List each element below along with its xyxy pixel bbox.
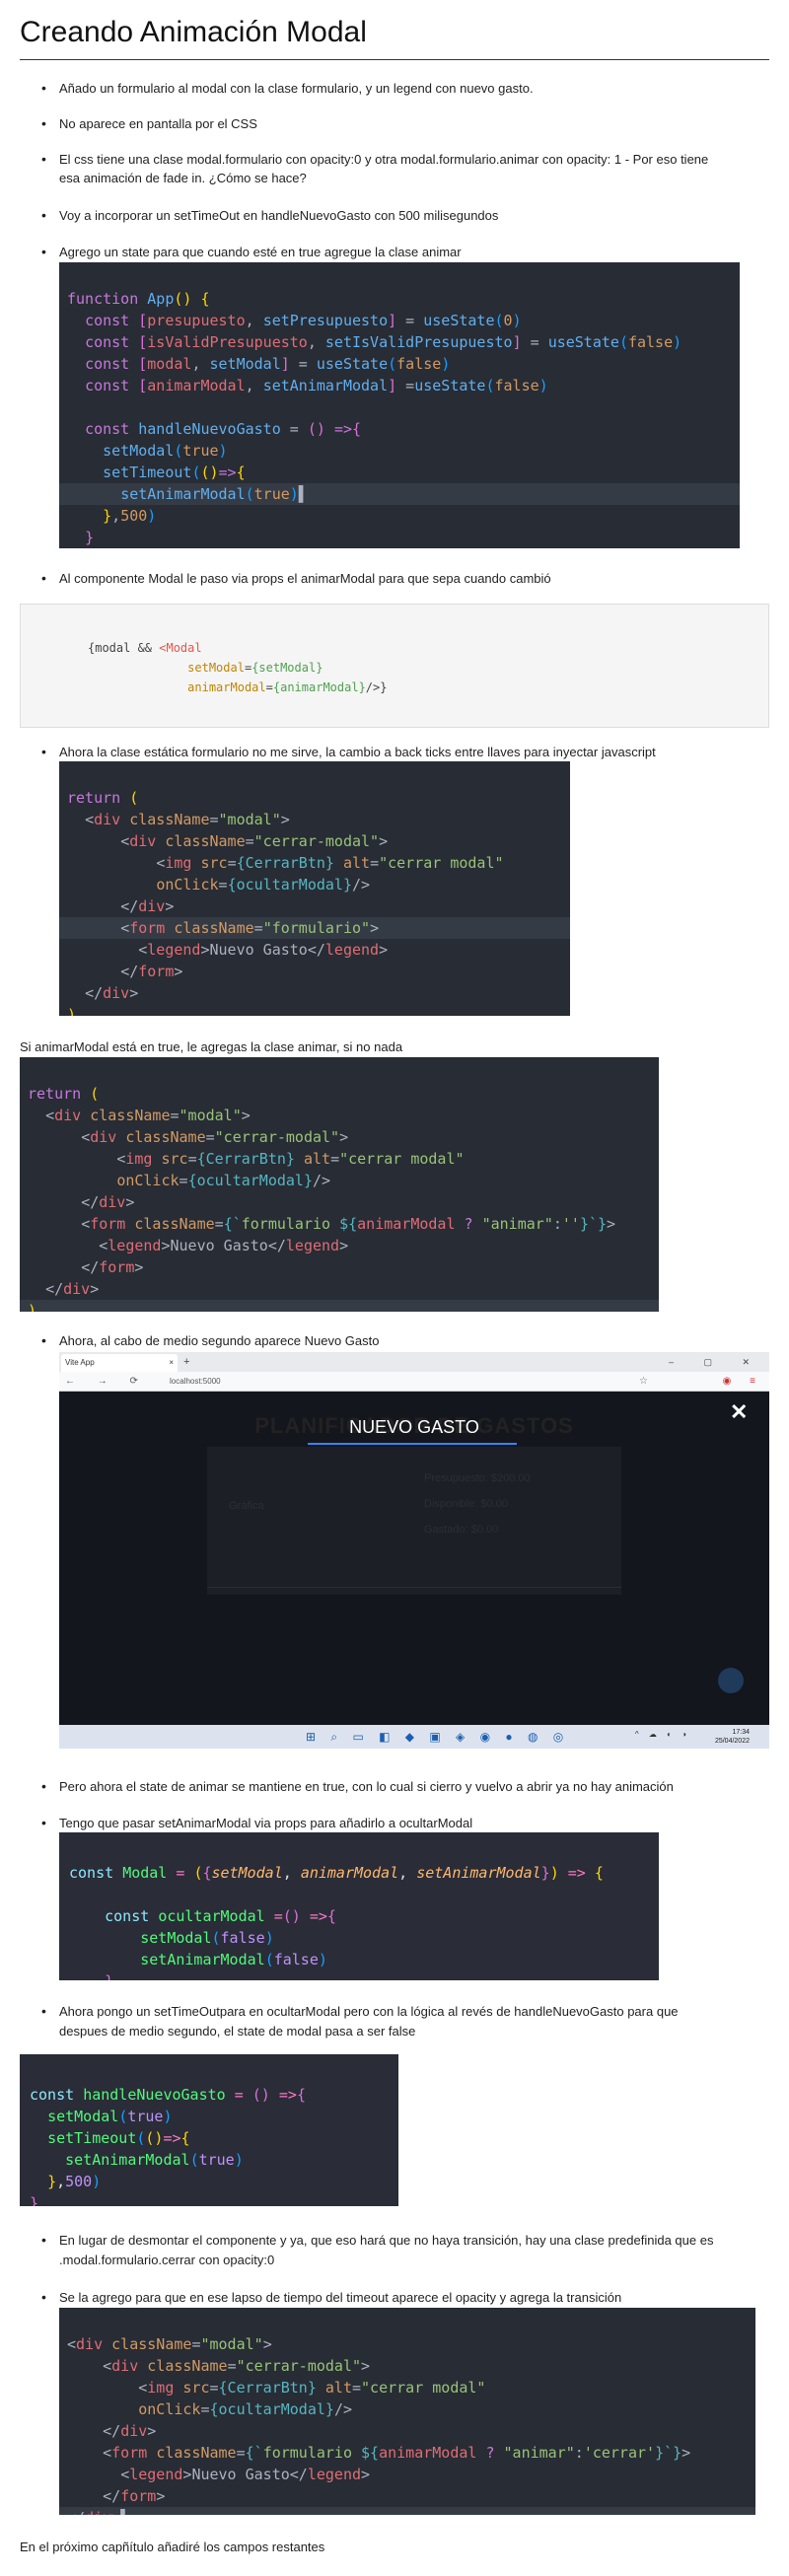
browser-url-bar: ← → ⟳ localhost:5000 ☆ ◉ ≡ (59, 1372, 769, 1392)
paragraph: En el próximo capñítulo añadiré los camp… (20, 2540, 325, 2554)
list-item: Tengo que pasar setAnimarModal via props… (41, 1814, 472, 1832)
list-item: Voy a incorporar un setTimeOut en handle… (41, 206, 498, 225)
app-page: PLANIFICADOR DE GASTOS Gráfica Presupues… (59, 1392, 769, 1725)
code-block-app-state: function App() { const [presupuesto, set… (59, 262, 740, 548)
page-title: Creando Animación Modal (20, 16, 367, 48)
clock-date: 25/04/2022 (714, 1738, 750, 1745)
browser-tab[interactable]: Vite App × (61, 1354, 178, 1372)
list-item-continuation: despues de medio segundo, el state de mo… (59, 2024, 416, 2039)
paragraph: Si animarModal está en true, le agregas … (20, 1039, 403, 1054)
close-modal-icon[interactable]: ✕ (730, 1399, 748, 1425)
code-block-template-literal: return ( <div className="modal"> <div cl… (20, 1057, 659, 1312)
code-block-cerrar-class: <div className="modal"> <div className="… (59, 2308, 755, 2515)
divider (207, 1587, 621, 1588)
system-tray-icons[interactable]: ^ ☁ ◐ ◑ (635, 1730, 690, 1739)
nav-buttons[interactable]: ← → ⟳ (65, 1374, 148, 1390)
browser-screenshot: Vite App × + – ▢ ✕ ← → ⟳ localhost:5000 ☆… (59, 1352, 769, 1749)
available-label: Disponible: $0.00 (424, 1498, 509, 1510)
add-expense-button[interactable] (718, 1668, 744, 1693)
modal-title: NUEVO GASTO (349, 1417, 479, 1437)
modal-title-underline (308, 1443, 517, 1445)
list-item: Ahora la clase estática formulario no me… (41, 743, 656, 761)
list-item: No aparece en pantalla por el CSS (41, 114, 257, 133)
code-block-modal-props: {modal && <Modal setModal={setModal} ani… (20, 604, 769, 728)
list-item: En lugar de desmontar el componente y ya… (41, 2231, 713, 2250)
list-item: Pero ahora el state de animar se mantien… (41, 1777, 674, 1796)
close-tab-icon[interactable]: × (169, 1354, 174, 1372)
code-block-ocultar-modal: const Modal = ({setModal, animarModal, s… (59, 1832, 659, 1980)
clock-time: 17:34 (732, 1729, 750, 1736)
window-controls[interactable]: – ▢ ✕ (669, 1354, 763, 1370)
code-block-modal-form: return ( <div className="modal"> <div cl… (59, 761, 570, 1016)
list-item: Se la agrego para que en ese lapso de ti… (41, 2288, 621, 2307)
list-item: Añado un formulario al modal con la clas… (41, 79, 534, 98)
os-taskbar: ⊞ ⌕ ▭ ◧ ◆ ▣ ◈ ◉ ● ◍ ◎ ^ ☁ ◐ ◑ 17:34 25/04… (59, 1725, 769, 1749)
list-item-continuation: .modal.formulario.cerrar con opacity:0 (59, 2253, 275, 2267)
code-block-handle-nuevo-gasto: const handleNuevoGasto = () =>{ setModal… (20, 2054, 398, 2206)
tab-title: Vite App (65, 1358, 95, 1367)
new-tab-icon[interactable]: + (183, 1354, 189, 1370)
budget-label: Presupuesto: $200.00 (424, 1472, 531, 1484)
taskbar-icons[interactable]: ⊞ ⌕ ▭ ◧ ◆ ▣ ◈ ◉ ● ◍ ◎ (306, 1729, 569, 1745)
clock: 17:34 25/04/2022 (715, 1728, 750, 1746)
browser-tab-bar: Vite App × + – ▢ ✕ (59, 1352, 769, 1372)
list-item: Ahora, al cabo de medio segundo aparece … (41, 1331, 379, 1350)
list-item-continuation: esa animación de fade in. ¿Cómo se hace? (59, 171, 307, 185)
extensions-icon[interactable]: ◉ ≡ (723, 1374, 763, 1390)
budget-panel: Gráfica Presupuesto: $200.00 Disponible:… (207, 1447, 621, 1595)
title-divider (20, 59, 769, 60)
list-item: Al componente Modal le paso via props el… (41, 569, 551, 588)
url-field[interactable]: localhost:5000 (170, 1375, 221, 1389)
list-item: Agrego un state para que cuando esté en … (41, 243, 462, 261)
list-item: Ahora pongo un setTimeOutpara en ocultar… (41, 2002, 679, 2021)
bookmark-star-icon[interactable]: ☆ (639, 1374, 648, 1390)
chart-label: Gráfica (229, 1500, 264, 1512)
list-item: El css tiene una clase modal.formulario … (41, 150, 708, 169)
spent-label: Gastado: $0.00 (424, 1524, 499, 1536)
